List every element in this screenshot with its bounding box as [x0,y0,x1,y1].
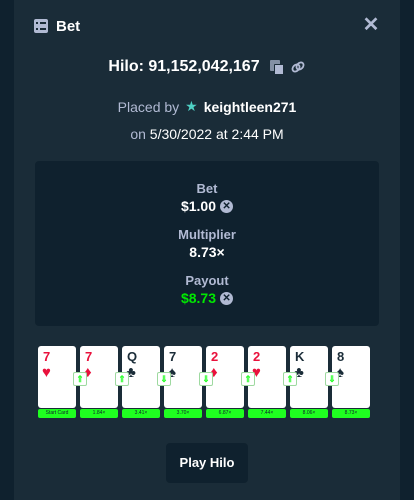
currency-icon: ✕ [220,199,234,213]
payout: Payout $8.73 ✕ [35,273,379,308]
bet-slip-icon [34,19,48,33]
currency-icon: ✕ [220,291,234,305]
modal-header: Bet ✕ [14,0,400,52]
guess-higher-icon: ⇑ [283,372,297,386]
payout-value: $8.73 [180,290,217,306]
card-rank: 8 [337,349,345,364]
guess-higher-icon: ⇑ [115,372,129,386]
card-multiplier: 8.73× [332,409,370,418]
payout-value-row: $8.73 ✕ [180,290,234,306]
date-prefix: on [130,126,146,142]
username-link[interactable]: keightleen271 [204,99,297,115]
card-multiplier: 1.84× [80,409,118,418]
guess-lower-icon: ⇓ [199,372,213,386]
bet-label: Bet [196,181,218,196]
multiplier: Multiplier 8.73× [35,227,379,262]
card-multiplier: 3.70× [164,409,202,418]
payout-label: Payout [185,273,229,288]
card-rank: 2 [211,349,219,364]
bet-amount: Bet $1.00 ✕ [35,181,379,216]
guess-higher-icon: ⇑ [241,372,255,386]
bet-modal: Bet ✕ Hilo: 91,152,042,167 Placed by ★ k… [14,0,400,500]
bet-details-panel: Bet $1.00 ✕ Multiplier 8.73× Payout $8.7… [35,161,379,326]
card-rank: 7 [43,349,51,364]
card-multiplier: 8.06× [290,409,328,418]
card-rank: Q [127,349,138,364]
multiplier-label: Multiplier [178,227,236,242]
guess-lower-icon: ⇓ [157,372,171,386]
placed-by: Placed by ★ keightleen271 [14,98,400,115]
card-multiplier: 7.44× [248,409,286,418]
close-button[interactable]: ✕ [360,14,382,36]
copy-icon[interactable] [269,59,284,75]
date-value: 5/30/2022 at 2:44 PM [149,126,284,142]
play-hilo-button[interactable]: Play Hilo [166,443,248,483]
vip-star-icon: ★ [185,98,198,114]
modal-title: Bet [56,17,81,35]
card-rank: 7 [85,349,93,364]
playing-card: 7 ♥ [38,346,76,408]
card-multiplier: 6.87× [206,409,244,418]
game-id: Hilo: 91,152,042,167 [108,58,260,75]
guess-lower-icon: ⇓ [325,372,339,386]
game-id-line: Hilo: 91,152,042,167 [14,56,400,78]
bet-date: on 5/30/2022 at 2:44 PM [14,126,400,142]
card-suit-icon: ♥ [42,364,51,381]
guess-higher-icon: ⇑ [73,372,87,386]
link-icon[interactable] [290,59,306,75]
placed-by-label: Placed by [117,98,180,115]
card-rank: 7 [169,349,177,364]
card-rank: K [295,349,305,364]
card-rank: 2 [253,349,261,364]
multiplier-value: 8.73× [189,244,225,260]
card-multiplier: Start Card [38,409,76,418]
bet-value: $1.00 [180,198,217,214]
bet-value-row: $1.00 ✕ [180,198,234,214]
card-history: 7 ♥ Start Card 7 ♦ ⇑ 1.84× Q ♣ ⇑ 3.41× 7 ♠ ⇓ 3.70× 2 ♦ ⇓ 6… [38,346,378,420]
card-multiplier: 3.41× [122,409,160,418]
